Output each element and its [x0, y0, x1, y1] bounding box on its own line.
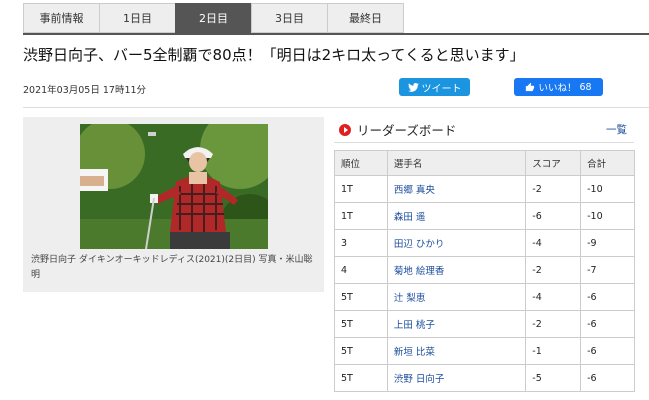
player-name-link[interactable]: 渋野 日向子: [386, 364, 527, 392]
rank-cell: 4: [334, 256, 388, 284]
tweet-button[interactable]: ツイート: [399, 78, 470, 96]
player-name-link[interactable]: 森田 遥: [386, 202, 527, 230]
thumbs-up-icon: [526, 82, 535, 92]
leaderboard-more-link[interactable]: 一覧: [606, 122, 627, 137]
leaderboard-title: リーダーズボード: [339, 120, 456, 139]
like-button[interactable]: いいね！ 68: [514, 78, 603, 96]
rank-cell: 5T: [334, 310, 388, 338]
table-row: 4 菊地 絵理香 -2 -7: [334, 256, 635, 284]
table-row: 5T 新垣 比菜 -1 -6: [334, 337, 635, 365]
total-cell: -6: [580, 364, 635, 392]
score-cell: -2: [525, 310, 582, 338]
table-row: 5T 上田 桃子 -2 -6: [334, 310, 635, 338]
twitter-bird-icon: [407, 82, 419, 92]
table-row: 1T 西郷 真央 -2 -10: [334, 175, 635, 203]
total-cell: -6: [580, 337, 635, 365]
score-cell: -4: [525, 283, 582, 311]
score-cell: -4: [525, 229, 582, 257]
tab-day2[interactable]: 2日目: [175, 3, 252, 33]
column-header-score: スコア: [525, 150, 582, 176]
like-count: 68: [579, 81, 592, 93]
score-cell: -5: [525, 364, 582, 392]
score-cell: -6: [525, 202, 582, 230]
total-cell: -7: [580, 256, 635, 284]
player-name-link[interactable]: 菊地 絵理香: [386, 256, 527, 284]
player-name-link[interactable]: 上田 桃子: [386, 310, 527, 338]
tab-day3[interactable]: 3日目: [251, 3, 328, 33]
total-cell: -10: [580, 175, 635, 203]
score-cell: -1: [525, 337, 582, 365]
tab-final[interactable]: 最終日: [327, 3, 404, 33]
total-cell: -6: [580, 283, 635, 311]
player-name-link[interactable]: 辻 梨恵: [386, 283, 527, 311]
play-circle-icon: [339, 123, 351, 136]
table-row: 3 田辺 ひかり -4 -9: [334, 229, 635, 257]
round-tabs: 事前情報 1日目 2日目 3日目 最終日: [23, 3, 404, 33]
column-header-rank: 順位: [334, 150, 388, 176]
leaderboard-title-underline: [334, 142, 634, 143]
rank-cell: 5T: [334, 364, 388, 392]
article-date: 2021年03月05日 17時11分: [23, 85, 147, 96]
tab-pre-info[interactable]: 事前情報: [23, 3, 100, 33]
table-row: 5T 渋野 日向子 -5 -6: [334, 364, 635, 392]
tab-day1[interactable]: 1日目: [99, 3, 176, 33]
total-cell: -10: [580, 202, 635, 230]
leaderboard-table: 順位 選手名 スコア 合計 1T 西郷 真央 -2 -10 1T 森田 遥 -6…: [334, 150, 635, 392]
score-cell: -2: [525, 256, 582, 284]
table-row: 5T 辻 梨恵 -4 -6: [334, 283, 635, 311]
player-name-link[interactable]: 新垣 比菜: [386, 337, 527, 365]
player-name-link[interactable]: 田辺 ひかり: [386, 229, 527, 257]
photo-card: 渋野日向子 ダイキンオーキッドレディス(2021)(2日目) 写真・米山聡明: [23, 117, 324, 292]
column-header-total: 合計: [580, 150, 635, 176]
leaderboard-header-row: 順位 選手名 スコア 合計: [334, 150, 635, 176]
total-cell: -6: [580, 310, 635, 338]
rank-cell: 5T: [334, 283, 388, 311]
rank-cell: 1T: [334, 202, 388, 230]
tab-divider: [23, 33, 649, 35]
rank-cell: 5T: [334, 337, 388, 365]
article-photo[interactable]: [80, 124, 268, 249]
score-cell: -2: [525, 175, 582, 203]
golfer-photo-illustration: [80, 124, 268, 249]
tweet-label: ツイート: [421, 83, 462, 95]
header-separator: [23, 107, 649, 108]
like-label: いいね！: [538, 83, 577, 94]
table-row: 1T 森田 遥 -6 -10: [334, 202, 635, 230]
photo-caption: 渋野日向子 ダイキンオーキッドレディス(2021)(2日目) 写真・米山聡明: [31, 255, 313, 280]
rank-cell: 3: [334, 229, 388, 257]
total-cell: -9: [580, 229, 635, 257]
leaderboard-title-text: リーダーズボード: [357, 123, 457, 138]
player-name-link[interactable]: 西郷 真央: [386, 175, 527, 203]
column-header-player: 選手名: [386, 150, 527, 176]
article-headline: 渋野日向子、バー5全制覇で80点！「明日は2キロ太ってくると思います」: [23, 46, 525, 64]
rank-cell: 1T: [334, 175, 388, 203]
